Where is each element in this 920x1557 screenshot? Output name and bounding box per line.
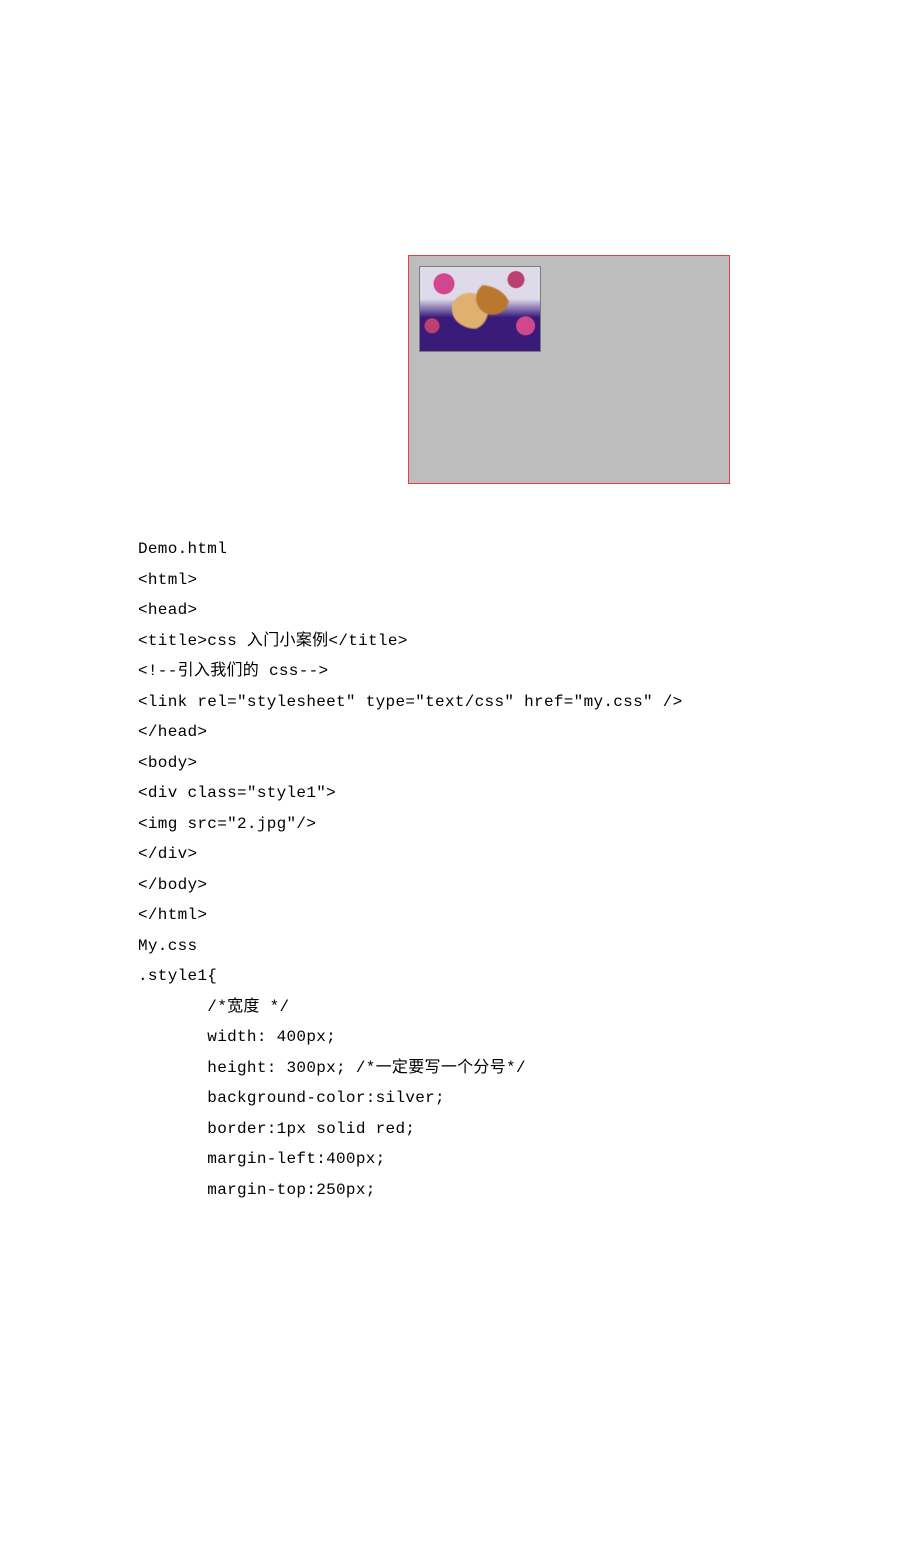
css-line: height: 300px; /*一定要写一个分号*/	[138, 1059, 526, 1077]
code-listing: Demo.html <html> <head> <title>css 入门小案例…	[138, 534, 788, 1205]
preview-image	[419, 266, 541, 352]
document-page: Demo.html <html> <head> <title>css 入门小案例…	[0, 255, 920, 1557]
css-line: margin-top:250px;	[138, 1181, 376, 1199]
code-line: </body>	[138, 876, 207, 894]
code-line: <head>	[138, 601, 197, 619]
css-line: border:1px solid red;	[138, 1120, 415, 1138]
code-line: <link rel="stylesheet" type="text/css" h…	[138, 693, 683, 711]
code-line: <!--引入我们的 css-->	[138, 662, 328, 680]
code-line: <div class="style1">	[138, 784, 336, 802]
css-line: background-color:silver;	[138, 1089, 445, 1107]
code-line: </div>	[138, 845, 197, 863]
code-line: <body>	[138, 754, 197, 772]
css-line: .style1{	[138, 967, 217, 985]
code-line: <html>	[138, 571, 197, 589]
code-line: </html>	[138, 906, 207, 924]
css-line: /*宽度 */	[138, 998, 289, 1016]
code-line: <img src="2.jpg"/>	[138, 815, 316, 833]
preview-box	[408, 255, 730, 484]
css-line: width: 400px;	[138, 1028, 336, 1046]
css-filename: My.css	[138, 937, 197, 955]
css-line: margin-left:400px;	[138, 1150, 386, 1168]
code-line: <title>css 入门小案例</title>	[138, 632, 408, 650]
demo-filename: Demo.html	[138, 540, 227, 558]
code-line: </head>	[138, 723, 207, 741]
